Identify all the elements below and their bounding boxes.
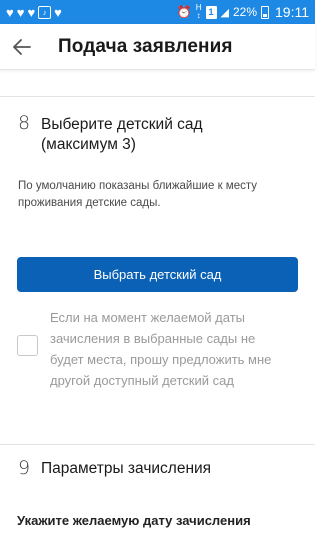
system-indicators: ⏰ H ↕ 1 ◢ 22% 19:11	[176, 3, 309, 21]
step-number: 8	[18, 112, 31, 134]
heart-icon: ♥	[16, 4, 25, 20]
step-title: Параметры зачисления	[41, 460, 212, 477]
step-title: Выберите детский сад (максимум 3)	[41, 115, 203, 155]
step-number: 9	[18, 457, 31, 479]
alternative-kindergarten-checkbox[interactable]	[17, 335, 38, 356]
clock: 19:11	[275, 4, 309, 20]
enrollment-date-label: Укажите желаемую дату зачисления	[17, 513, 251, 528]
app-bar: Подача заявления	[0, 24, 315, 70]
heart-icon: ♥	[54, 4, 62, 20]
checkbox-label: Если на момент желаемой даты зачисления …	[50, 310, 272, 388]
step-description: По умолчанию показаны ближайшие к месту …	[18, 180, 258, 209]
back-button[interactable]	[0, 24, 44, 70]
arrow-left-icon	[13, 38, 31, 55]
battery-percent: 22%	[232, 5, 257, 19]
signal-icon: ◢	[220, 6, 229, 19]
section-divider	[0, 444, 315, 445]
sim-icon: 1	[205, 5, 217, 19]
step-title-line: Выберите детский сад	[41, 116, 203, 133]
network-type-icon: H ↕	[195, 3, 202, 20]
application-form[interactable]: 8 Выберите детский сад (максимум 3) По у…	[0, 70, 315, 560]
alarm-icon: ⏰	[176, 5, 192, 19]
section-divider	[0, 96, 315, 97]
page-title: Подача заявления	[58, 35, 233, 57]
step-title-line: (максимум 3)	[41, 136, 136, 153]
choose-kindergarten-button[interactable]: Выбрать детский сад	[17, 257, 298, 292]
battery-icon	[261, 5, 269, 19]
notification-icons: ♥ ♥ ♥ ♪ ♥	[6, 4, 62, 20]
heart-icon: ♥	[6, 4, 14, 20]
heart-icon: ♥	[27, 4, 36, 20]
app-notification-icon: ♪	[38, 5, 52, 19]
status-bar: ♥ ♥ ♥ ♪ ♥ ⏰ H ↕ 1 ◢ 22% 19:11	[0, 0, 315, 24]
